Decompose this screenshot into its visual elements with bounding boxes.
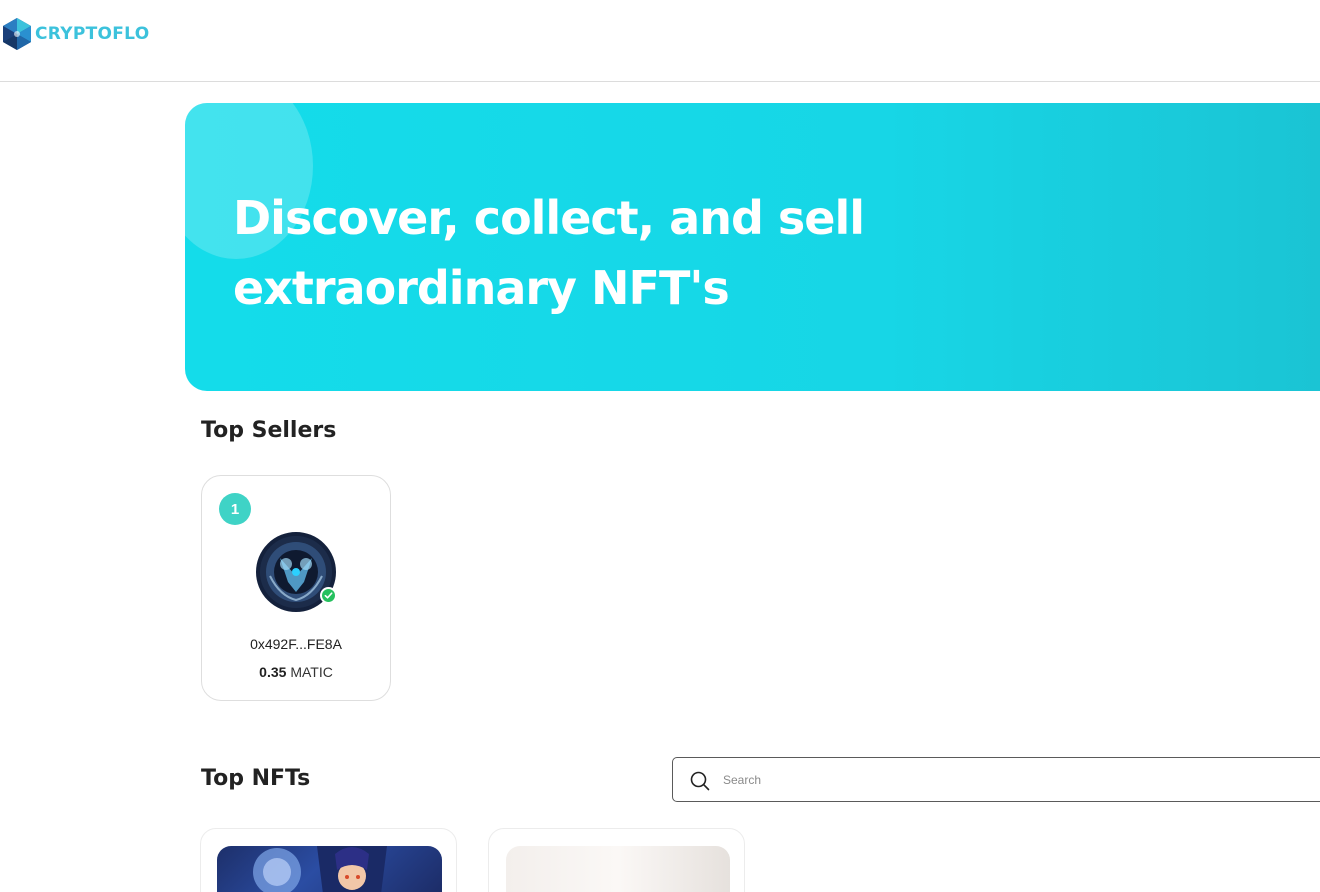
nft-artwork — [253, 846, 387, 892]
navbar: CRYPTOFLO — [0, 0, 1320, 82]
top-sellers-title: Top Sellers — [201, 418, 337, 443]
nft-image[interactable] — [217, 846, 442, 892]
brand-logo[interactable]: CRYPTOFLO — [0, 16, 149, 52]
seller-amount: 0.35 — [259, 664, 287, 680]
top-nfts-title: Top NFTs — [201, 766, 311, 791]
verified-badge — [320, 587, 337, 604]
hero-title-line-2: extraordinary NFT's — [233, 261, 730, 315]
search-icon — [690, 771, 710, 791]
seller-currency: MATIC — [290, 664, 333, 680]
rank-badge: 1 — [219, 493, 251, 525]
logo-icon — [3, 18, 31, 50]
search-box[interactable] — [672, 757, 1320, 802]
nft-card[interactable] — [488, 828, 745, 892]
hero-title-line-1: Discover, collect, and sell — [233, 191, 865, 245]
check-icon — [324, 592, 333, 599]
seller-card[interactable]: 1 0x492F...FE8A 0.35 MATIC — [201, 475, 391, 701]
seller-address: 0x492F...FE8A — [250, 636, 342, 652]
brand-name: CRYPTOFLO — [35, 24, 150, 44]
hero-title: Discover, collect, and sell extraordinar… — [233, 183, 993, 323]
seller-price: 0.35 MATIC — [202, 664, 390, 680]
hero-banner: Discover, collect, and sell extraordinar… — [185, 103, 1320, 391]
search-input[interactable] — [723, 766, 1283, 794]
nft-card[interactable] — [200, 828, 457, 892]
nft-image[interactable] — [506, 846, 730, 892]
